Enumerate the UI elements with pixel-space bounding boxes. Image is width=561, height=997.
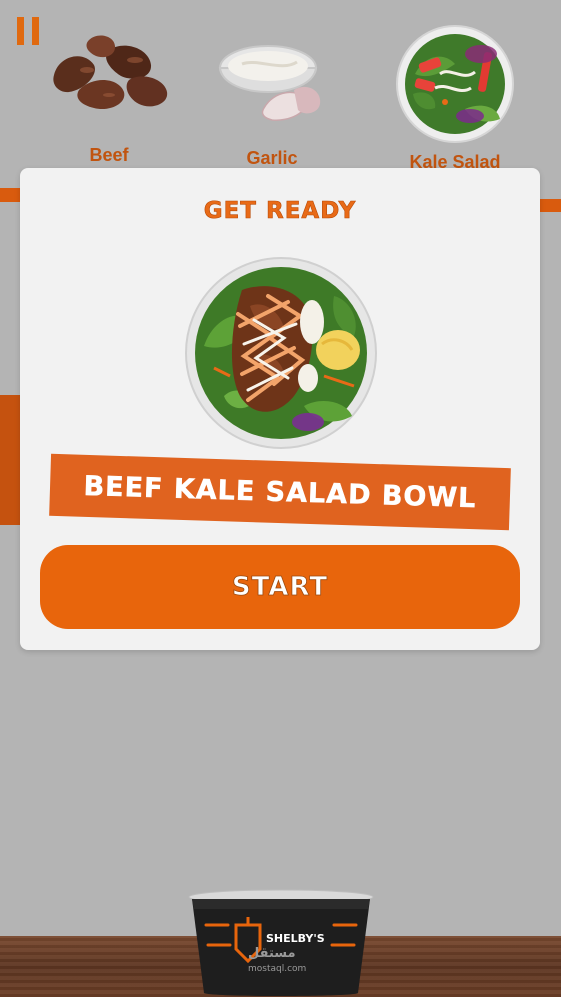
ingredient-garlic[interactable]: Garlic (202, 20, 342, 168)
ingredient-beef[interactable]: Beef (39, 20, 179, 165)
kale-salad-icon (396, 25, 514, 143)
watermark: مستقل (248, 946, 296, 961)
ingredient-label: Garlic (246, 148, 298, 168)
pause-icon (17, 17, 24, 45)
progress-bar-right (539, 199, 561, 212)
ingredient-label: Beef (89, 145, 129, 165)
start-button[interactable]: START (40, 545, 520, 629)
bowl-brand: SHELBY'S (266, 932, 325, 945)
beef-icon (53, 35, 168, 110)
progress-bar-left (0, 188, 20, 202)
watermark-sub: mostaql.com (248, 964, 307, 974)
ingredient-kale-salad[interactable]: Kale Salad (385, 20, 525, 172)
garlic-sauce-icon (218, 45, 321, 121)
get-ready-dialog: GET READY BEEF KALE SALAD BOWL START (20, 168, 540, 650)
pause-icon-bar (32, 17, 39, 45)
salad-bowl-image (185, 257, 377, 449)
recipe-name: BEEF KALE SALAD BOWL (83, 470, 477, 514)
recipe-banner: BEEF KALE SALAD BOWL (49, 453, 511, 531)
pause-button[interactable] (17, 17, 41, 45)
start-button-label: START (231, 572, 329, 603)
dialog-title: GET READY (203, 198, 357, 225)
side-panel-tab (0, 395, 20, 525)
